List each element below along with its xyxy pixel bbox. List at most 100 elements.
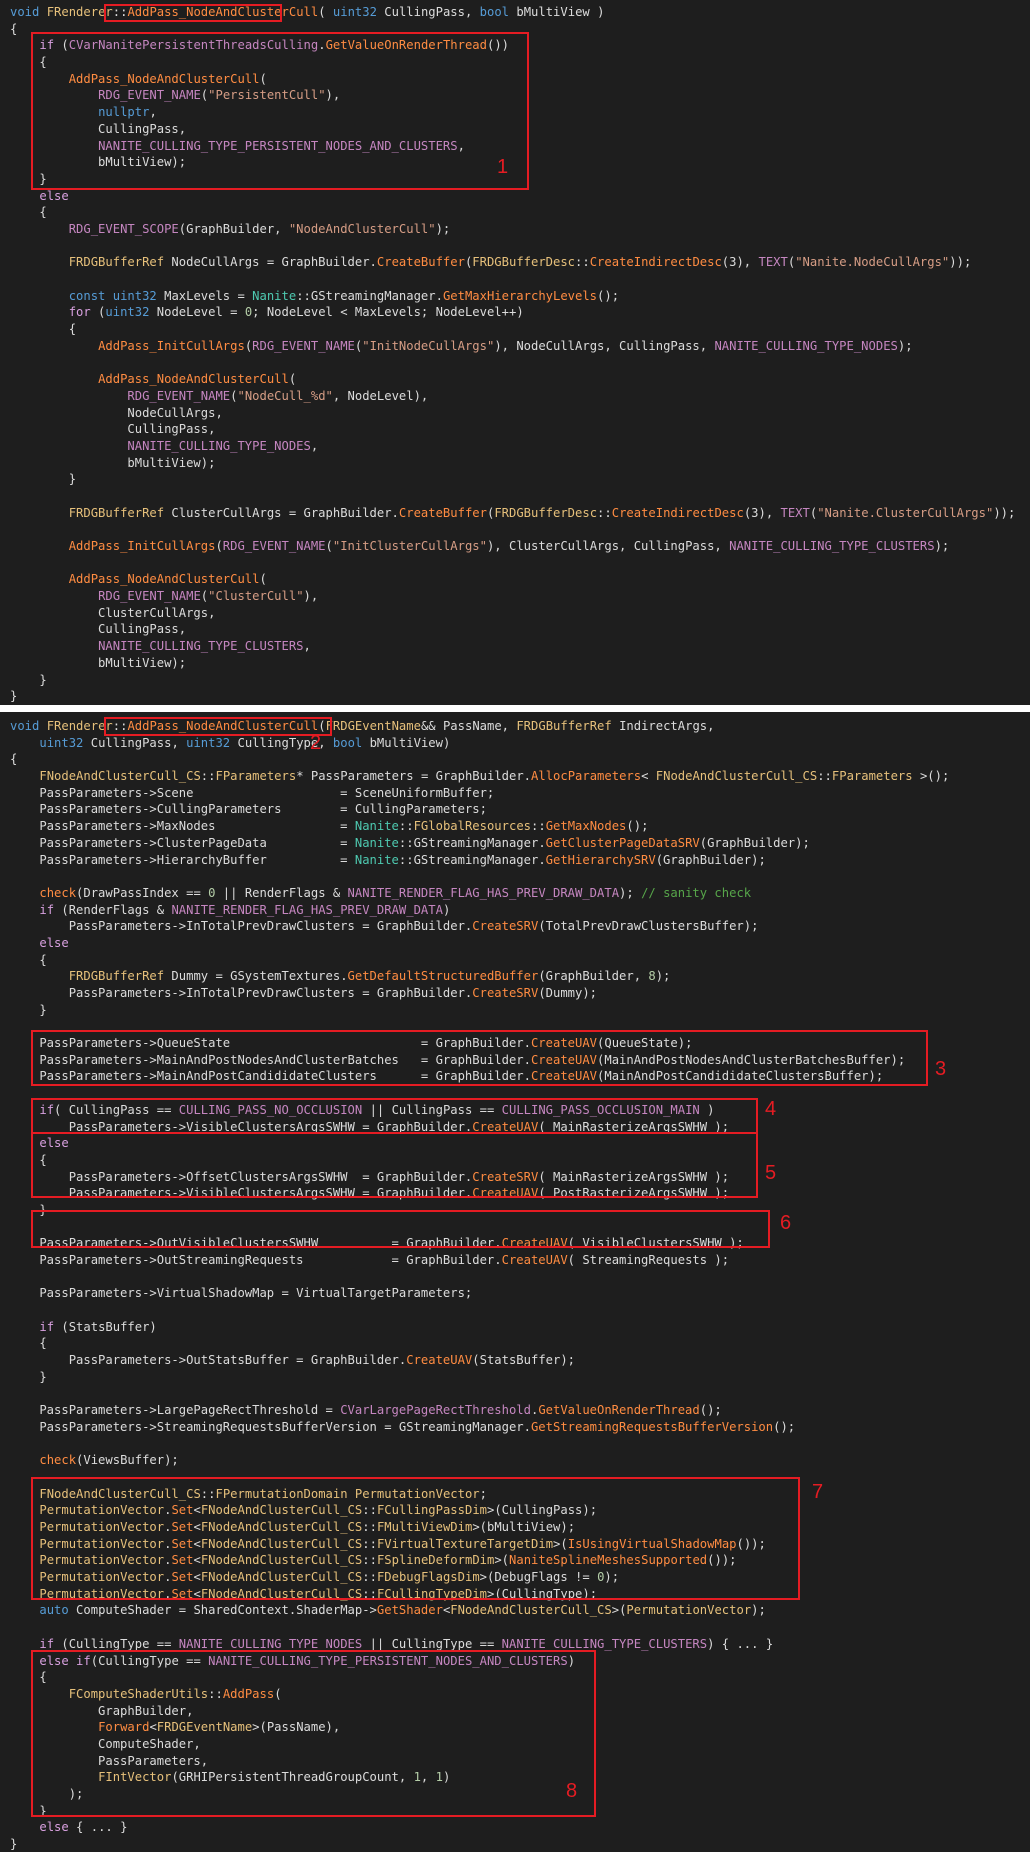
code-token: PassParameters->StreamingRequestsBufferV… [10, 1419, 531, 1434]
bottom_code-line: PassParameters->ClusterPageData = Nanite… [10, 835, 949, 852]
code-token: CreateIndirectDesc [611, 505, 744, 520]
code-token: ); [435, 221, 451, 236]
code-token: FNodeAndClusterCull_CS [39, 1486, 201, 1501]
code-token: bMultiView) [362, 735, 451, 750]
code-token: AddPass_NodeAndClusterCull [68, 71, 260, 86]
top_code-line: } [10, 688, 1015, 705]
code-token: :: [208, 1686, 223, 1701]
code-token: ::GStreamingManager. [296, 288, 443, 303]
top_code-line [10, 488, 1015, 505]
code-token: || RenderFlags & [215, 885, 348, 900]
code-token: if [39, 1636, 55, 1651]
top_code-line: AddPass_InitCullArgs(RDG_EVENT_NAME("Ini… [10, 538, 1015, 555]
top_code-line: NodeCullArgs, [10, 405, 1015, 422]
code-token: CreateBuffer [376, 255, 465, 270]
code-token: CullingPass, [10, 422, 216, 437]
code-token: ( MainRasterizeArgsSWHW ); [538, 1169, 730, 1184]
code-token: CreateUAV [472, 1186, 539, 1201]
code-token: void [10, 5, 40, 19]
code-token: ); [10, 1787, 84, 1801]
code-token: "PersistentCull" [208, 88, 326, 103]
top_code-line: NANITE_CULLING_TYPE_CLUSTERS, [10, 638, 1015, 655]
bottom_code-line: check(DrawPassIndex == 0 || RenderFlags … [10, 885, 949, 902]
bottom_code-line [10, 1018, 949, 1035]
code-token: } [10, 1837, 18, 1852]
code-token: PermutationVector [39, 1553, 165, 1568]
code-token: else [39, 935, 69, 950]
code-token: FRDGBufferDesc [472, 255, 576, 270]
code-token: FDebugFlagsDim [376, 1570, 480, 1585]
code-token: uint32 [112, 288, 157, 303]
code-token: (MainAndPostNodesAndClusterBatchesBuffer… [597, 1052, 906, 1067]
code-token: } [10, 672, 47, 687]
code-token: FRDGBufferRef [68, 969, 165, 984]
code-token: NANITE_CULLING_TYPE_PERSISTENT_NODES_AND… [208, 1653, 568, 1668]
code-editor-top[interactable]: void FRenderer::AddPass_NodeAndClusterCu… [0, 0, 1030, 705]
code-token: >(PassName), [252, 1720, 341, 1735]
code-token: PassParameters, [10, 1753, 209, 1768]
code-token: if [39, 1102, 55, 1117]
code-token: GetValueOnRenderThread [325, 38, 487, 53]
code-token: Nanite [354, 819, 399, 834]
bottom_code-line: PassParameters->OutVisibleClustersSWHW =… [10, 1235, 949, 1252]
code-token: (); [773, 1419, 796, 1434]
code-token: 1 [435, 1770, 443, 1785]
code-token: ); [604, 1570, 620, 1585]
top_code-line: { [10, 21, 1015, 38]
code-token: CULLING_PASS_OCCLUSION_MAIN [501, 1102, 700, 1117]
bottom_code-line: FIntVector(GRHIPersistentThreadGroupCoun… [10, 1769, 949, 1786]
code-token: CreateUAV [472, 1119, 539, 1134]
code-token: bool [479, 5, 510, 19]
code-token: , [149, 105, 157, 120]
bottom_code-line: GraphBuilder, [10, 1703, 949, 1720]
code-token: >( [553, 1536, 568, 1551]
code-token: (CullingType == [90, 1653, 209, 1668]
code-token: :: [200, 769, 216, 784]
code-token: ; [479, 1486, 487, 1501]
top_code-line: } [10, 471, 1015, 488]
code-token: CVarNanitePersistentThreadsCulling [68, 38, 319, 53]
code-token: PassParameters->OutStreamingRequests = G… [10, 1253, 502, 1267]
code-token: { [10, 1152, 47, 1167]
code-token: bMultiView); [10, 155, 187, 170]
code-token: 1 [413, 1770, 421, 1785]
code-token: FNodeAndClusterCull_CS [200, 1520, 363, 1534]
code-token: AddPass_NodeAndClusterCull [127, 5, 319, 19]
code-token: } [10, 1002, 47, 1017]
code-editor-bottom[interactable]: void FRenderer::AddPass_NodeAndClusterCu… [0, 712, 1030, 1852]
code-token: IndirectArgs, [611, 719, 715, 733]
top_code-line: void FRenderer::AddPass_NodeAndClusterCu… [10, 4, 1015, 21]
code-token: else [39, 1136, 69, 1151]
code-token: for [68, 305, 91, 320]
code-token: NANITE_RENDER_FLAG_HAS_PREV_DRAW_DATA [347, 885, 620, 900]
code-token: :: [362, 1536, 377, 1551]
code-token: PassParameters->MainAndPostNodesAndClust… [10, 1052, 531, 1067]
bottom_code-line: if (RenderFlags & NANITE_RENDER_FLAG_HAS… [10, 902, 949, 919]
code-token: "ClusterCull" [208, 589, 304, 604]
top_code-line: RDG_EVENT_NAME("ClusterCull"), [10, 588, 1015, 605]
code-token: { [10, 1336, 47, 1351]
bottom_code-line: if (StatsBuffer) [10, 1319, 949, 1336]
bottom_code-line: PassParameters->OffsetClustersArgsSWHW =… [10, 1169, 949, 1186]
code-token: PassParameters->OutVisibleClustersSWHW =… [10, 1236, 502, 1251]
code-token: PassParameters->CullingParameters = Cull… [10, 802, 487, 817]
code-token: FNodeAndClusterCull_CS [200, 1536, 363, 1551]
code-token: ); [751, 1603, 766, 1618]
code-listing-top: void FRenderer::AddPass_NodeAndClusterCu… [10, 4, 1015, 705]
bottom_code-line: { [10, 1335, 949, 1352]
code-token: { ... } [714, 1636, 774, 1651]
code-token: :: [200, 1486, 216, 1501]
code-token: , [310, 438, 319, 453]
code-token: { [10, 752, 18, 767]
